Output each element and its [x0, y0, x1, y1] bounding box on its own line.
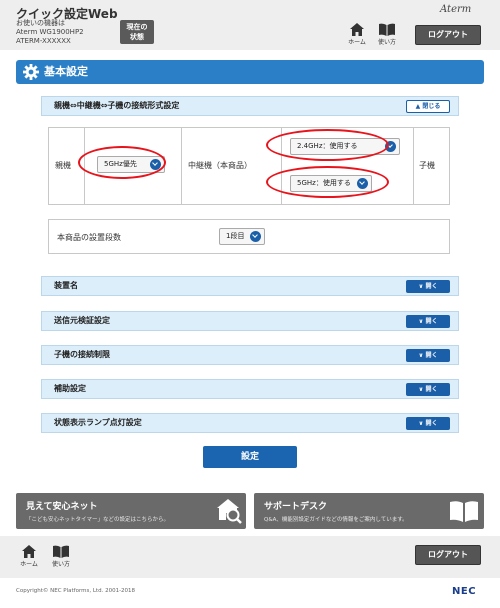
current-status-button[interactable]: 現在の 状態	[120, 20, 154, 44]
repeater-5ghz-value: 5GHz：使用する	[297, 179, 351, 187]
promo-right-desc: Q&A、機能別設定ガイドなどの情報をご案内しています。	[264, 517, 408, 523]
connection-table: 親機 5GHz優先 中継機（本商品） 2.4GHz：使用する 5GHz：使用する…	[48, 127, 450, 205]
home-icon	[22, 545, 36, 558]
device-name-panel-header[interactable]: 装置名 ∨ 開く	[41, 276, 459, 296]
parent-label-cell: 親機	[49, 128, 85, 204]
book-icon	[379, 23, 395, 36]
panel-title: 送信元検証設定	[54, 316, 110, 325]
device-line-2: Aterm WG1900HP2	[16, 28, 84, 36]
open-button[interactable]: ∨ 開く	[406, 417, 450, 430]
lamp-panel-header[interactable]: 状態表示ランプ点灯設定 ∨ 開く	[41, 413, 459, 433]
gear-icon	[23, 64, 39, 80]
chevron-down-icon: ∨	[418, 283, 424, 290]
help-button[interactable]: 使い方	[374, 23, 400, 46]
nec-logo: NEC	[452, 586, 477, 597]
chevron-down-icon	[357, 178, 368, 189]
open-button[interactable]: ∨ 開く	[406, 349, 450, 362]
stage-value: 1段目	[226, 232, 245, 240]
repeater-5ghz-select[interactable]: 5GHz：使用する	[290, 175, 372, 192]
promo-right-title: サポートデスク	[264, 502, 328, 512]
stage-select[interactable]: 1段目	[219, 228, 265, 245]
footer-home-button[interactable]: ホーム	[16, 545, 42, 568]
parent-label: 親機	[55, 161, 71, 170]
open-label: 開く	[425, 386, 438, 393]
device-line-1: お使いの機器は	[16, 19, 65, 27]
footer-help-label: 使い方	[51, 561, 70, 568]
open-button[interactable]: ∨ 開く	[406, 315, 450, 328]
stage-label: 本商品の設置段数	[57, 233, 121, 242]
panel-title: 補助設定	[54, 384, 86, 393]
open-label: 開く	[425, 420, 438, 427]
book-icon	[53, 545, 69, 558]
repeater-24ghz-value: 2.4GHz：使用する	[297, 142, 358, 150]
footer-home-label: ホーム	[20, 561, 38, 568]
device-info: お使いの機器は Aterm WG1900HP2 ATERM-XXXXXX	[16, 19, 84, 46]
chevron-down-icon	[385, 141, 396, 152]
device-line-3: ATERM-XXXXXX	[16, 37, 71, 45]
apply-settings-button[interactable]: 設定	[203, 446, 297, 468]
header: クイック設定Web お使いの機器は Aterm WG1900HP2 ATERM-…	[0, 0, 500, 50]
parent-band-select[interactable]: 5GHz優先	[97, 156, 165, 173]
help-label: 使い方	[377, 39, 396, 46]
chevron-down-icon	[250, 231, 261, 242]
home-search-icon	[217, 499, 242, 524]
home-label: ホーム	[348, 39, 366, 46]
section-title: 基本設定	[44, 65, 88, 78]
parent-select-cell: 5GHz優先	[85, 128, 182, 204]
status-line-1: 現在の	[126, 23, 148, 31]
home-icon	[350, 23, 364, 36]
close-button[interactable]: ▲ 閉じる	[406, 100, 450, 113]
aterm-logo: Aterm	[440, 4, 472, 15]
chevron-down-icon: ∨	[418, 352, 424, 359]
close-label: 閉じる	[422, 103, 441, 110]
panel-title: 状態表示ランプ点灯設定	[54, 418, 142, 427]
logout-button[interactable]: ログアウト	[415, 25, 481, 45]
auxiliary-panel-header[interactable]: 補助設定 ∨ 開く	[41, 379, 459, 399]
installation-stage-box: 本商品の設置段数 1段目	[48, 219, 450, 254]
open-label: 開く	[425, 318, 438, 325]
child-label: 子機	[419, 161, 435, 170]
repeater-label: 中継機（本商品）	[188, 161, 252, 170]
footer-help-button[interactable]: 使い方	[48, 545, 74, 568]
source-check-panel-header[interactable]: 送信元検証設定 ∨ 開く	[41, 311, 459, 331]
support-desk-banner[interactable]: サポートデスク Q&A、機能別設定ガイドなどの情報をご案内しています。	[254, 493, 484, 529]
repeater-label-cell: 中継機（本商品）	[182, 128, 282, 204]
section-title-bar: 基本設定	[16, 60, 484, 84]
chevron-down-icon: ∨	[418, 420, 424, 427]
open-button[interactable]: ∨ 開く	[406, 280, 450, 293]
chevron-up-icon: ▲	[415, 103, 421, 110]
connection-panel-header[interactable]: 親機⇔中継機⇔子機の接続形式設定 ▲ 閉じる	[41, 96, 459, 116]
open-button[interactable]: ∨ 開く	[406, 383, 450, 396]
promo-left-title: 見えて安心ネット	[26, 502, 98, 512]
panel-title: 子機の接続制限	[54, 350, 110, 359]
open-label: 開く	[425, 283, 438, 290]
repeater-select-cell: 2.4GHz：使用する 5GHz：使用する	[282, 128, 414, 204]
promo-left-desc: 「こども安心ネットタイマー」などの設定はこちらから。	[26, 517, 170, 523]
mieru-anshin-net-banner[interactable]: 見えて安心ネット 「こども安心ネットタイマー」などの設定はこちらから。	[16, 493, 246, 529]
footer-bar: ホーム 使い方 ログアウト	[0, 536, 500, 578]
chevron-down-icon: ∨	[418, 318, 424, 325]
open-label: 開く	[425, 352, 438, 359]
status-line-2: 状態	[130, 33, 144, 41]
chevron-down-icon	[150, 159, 161, 170]
chevron-down-icon: ∨	[418, 386, 424, 393]
connection-panel-title: 親機⇔中継機⇔子機の接続形式設定	[54, 101, 180, 110]
child-label-cell: 子機	[414, 128, 449, 204]
client-limit-panel-header[interactable]: 子機の接続制限 ∨ 開く	[41, 345, 459, 365]
home-button[interactable]: ホーム	[344, 23, 370, 46]
parent-band-value: 5GHz優先	[104, 160, 137, 168]
panel-title: 装置名	[54, 281, 78, 290]
copyright: Copyright© NEC Platforms, Ltd. 2001-2018	[16, 588, 136, 594]
repeater-24ghz-select[interactable]: 2.4GHz：使用する	[290, 138, 400, 155]
book-icon	[450, 501, 478, 522]
footer-logout-button[interactable]: ログアウト	[415, 545, 481, 565]
